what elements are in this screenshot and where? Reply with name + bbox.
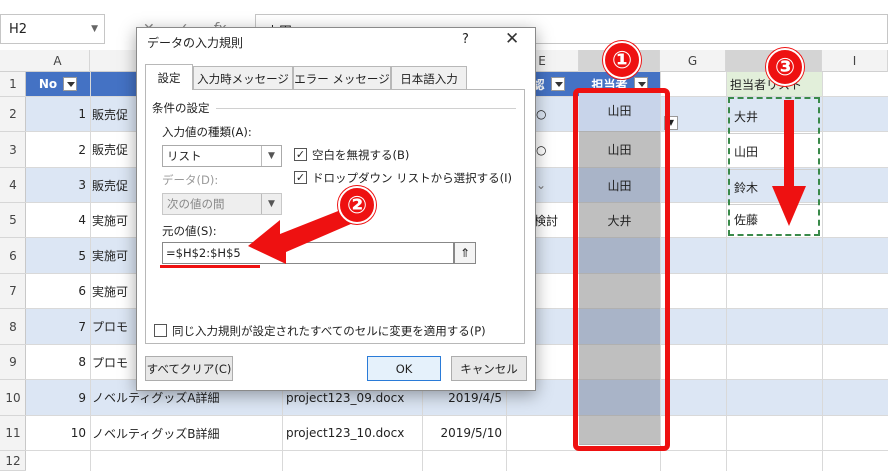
row-header[interactable]: 12	[0, 451, 26, 471]
row-header[interactable]: 9	[0, 345, 26, 380]
no-cell[interactable]: 4	[26, 203, 86, 237]
column-header-g[interactable]: G	[660, 50, 726, 72]
source-value: =$H$2:$H$5	[166, 246, 241, 260]
arrow-down-icon	[772, 100, 806, 226]
header-no-label: No	[38, 77, 58, 91]
tab-ime[interactable]: 日本語入力	[391, 66, 467, 90]
header-no-cell[interactable]: No	[26, 72, 90, 96]
dropdown-checkbox[interactable]: ✓	[294, 171, 307, 184]
apply-all-label: 同じ入力規則が設定されたすべてのセルに変更を適用する(P)	[172, 324, 486, 338]
tab-error-message[interactable]: エラー メッセージ	[293, 66, 391, 90]
file-cell[interactable]: project123_10.docx	[286, 416, 422, 450]
column-header-a[interactable]: A	[26, 50, 90, 72]
chevron-down-icon[interactable]: ▼	[91, 24, 98, 34]
row-header[interactable]: 8	[0, 309, 26, 345]
name-cell[interactable]: ノベルティグッズB詳細	[92, 416, 282, 450]
no-cell[interactable]: 7	[26, 309, 86, 344]
row-header[interactable]: 11	[0, 416, 26, 451]
table-row[interactable]: 10 ノベルティグッズB詳細 project123_10.docx 2019/5…	[26, 416, 888, 451]
chevron-down-icon: ⌄	[536, 178, 547, 192]
ignore-blank-checkbox[interactable]: ✓	[294, 148, 307, 161]
grid-line	[726, 72, 727, 471]
ok-button[interactable]: OK	[367, 356, 441, 381]
tab-settings[interactable]: 設定	[145, 64, 193, 90]
no-cell[interactable]: 10	[26, 416, 86, 450]
no-cell[interactable]: 9	[26, 380, 86, 415]
type-select-value: リスト	[167, 149, 202, 163]
no-cell[interactable]: 8	[26, 345, 86, 379]
marker-2: ②	[338, 186, 376, 224]
data-select-value: 次の値の間	[167, 197, 225, 211]
data-label: データ(D):	[162, 173, 219, 187]
no-cell[interactable]: 1	[26, 97, 86, 131]
source-underline	[160, 265, 260, 268]
row-header-bar: 1 2 3 4 5 6 7 8 9 10 11 12	[0, 72, 26, 471]
row-header[interactable]: 3	[0, 132, 26, 168]
row-header[interactable]: 7	[0, 274, 26, 309]
source-label: 元の値(S):	[162, 224, 217, 238]
apply-all-checkbox[interactable]	[154, 324, 167, 337]
row-header[interactable]: 5	[0, 203, 26, 238]
close-icon[interactable]: ✕	[505, 29, 519, 49]
cancel-button[interactable]: キャンセル	[451, 356, 527, 381]
dialog-title: データの入力規則	[147, 36, 244, 50]
marker-1: ①	[603, 41, 641, 79]
no-cell[interactable]: 6	[26, 274, 86, 308]
type-label: 入力値の種類(A):	[162, 125, 252, 139]
marker-3: ③	[766, 48, 804, 86]
type-select[interactable]: リスト ▼	[162, 145, 282, 167]
row-header[interactable]: 1	[0, 72, 26, 97]
help-button[interactable]: ?	[462, 32, 469, 47]
check-cell[interactable]: ○	[536, 97, 576, 131]
dropdown-label: ドロップダウン リストから選択する(I)	[312, 171, 513, 185]
column-header-i[interactable]: I	[822, 50, 888, 72]
tab-input-message[interactable]: 入力時メッセージ	[193, 66, 293, 90]
filter-dropdown-icon[interactable]	[63, 77, 78, 91]
chevron-down-icon[interactable]: ▼	[261, 146, 281, 166]
ignore-blank-label: 空白を無視する(B)	[312, 148, 410, 162]
grid-line	[90, 72, 91, 471]
no-cell[interactable]: 3	[26, 168, 86, 202]
row-header[interactable]: 6	[0, 238, 26, 274]
date-cell[interactable]: 2019/5/10	[422, 416, 502, 450]
clear-all-button[interactable]: すべてクリア(C)	[145, 356, 233, 381]
filter-dropdown-icon[interactable]	[550, 77, 565, 91]
name-box[interactable]: H2 ▼	[0, 14, 105, 44]
range-select-icon[interactable]: ⇑	[454, 242, 476, 264]
highlight-box-column-f	[573, 88, 670, 451]
row-header[interactable]: 4	[0, 168, 26, 203]
no-cell[interactable]: 5	[26, 238, 86, 273]
section-title: 条件の設定	[152, 101, 210, 115]
name-box-value: H2	[9, 22, 28, 37]
row-header[interactable]: 10	[0, 380, 26, 416]
section-divider	[216, 108, 516, 109]
check-cell[interactable]: ○	[536, 132, 576, 167]
no-cell[interactable]: 2	[26, 132, 86, 167]
grid-line	[822, 72, 823, 471]
row-header[interactable]: 2	[0, 97, 26, 132]
